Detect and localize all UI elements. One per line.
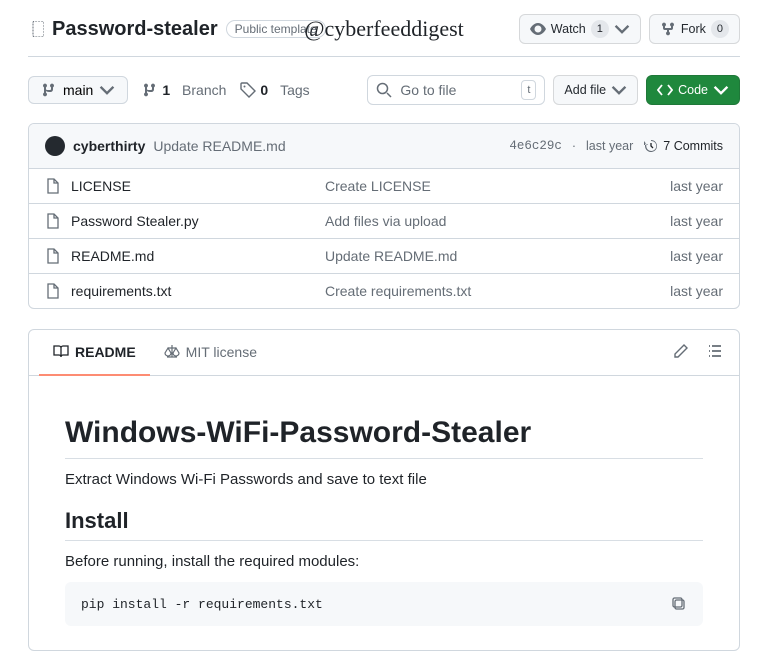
- add-file-button[interactable]: Add file: [553, 75, 638, 105]
- file-link[interactable]: LICENSE: [45, 178, 325, 194]
- outline-button[interactable]: [701, 337, 729, 368]
- branch-icon: [41, 82, 57, 98]
- branch-name: main: [63, 82, 93, 98]
- file-commit-msg[interactable]: Update README.md: [325, 248, 670, 264]
- readme-content: Windows-WiFi-Password-Stealer Extract Wi…: [29, 376, 739, 650]
- chevron-down-icon: [99, 82, 115, 98]
- repo-name[interactable]: Password-stealer: [52, 18, 218, 41]
- fork-count: 0: [711, 20, 729, 38]
- file-link[interactable]: requirements.txt: [45, 283, 325, 299]
- tag-icon: [240, 82, 256, 98]
- chevron-down-icon: [614, 21, 630, 37]
- header-actions: Watch 1 Fork 0: [519, 14, 740, 44]
- readme-description: Extract Windows Wi-Fi Passwords and save…: [65, 471, 703, 488]
- watch-button[interactable]: Watch 1: [519, 14, 641, 44]
- file-commit-msg[interactable]: Add files via upload: [325, 213, 670, 229]
- code-toolbar: main 1 Branch 0 Tags Go to file t Add fi…: [28, 57, 740, 123]
- fork-icon: [660, 21, 676, 37]
- readme-title: Windows-WiFi-Password-Stealer: [65, 416, 703, 459]
- readme-panel: README MIT license Windows-WiFi-Password…: [28, 329, 740, 651]
- install-heading: Install: [65, 508, 703, 541]
- file-link[interactable]: Password Stealer.py: [45, 213, 325, 229]
- table-row: LICENSE Create LICENSE last year: [29, 169, 739, 204]
- code-text: pip install -r requirements.txt: [81, 597, 323, 612]
- eye-icon: [530, 21, 546, 37]
- file-listing: cyberthirty Update README.md 4e6c29c · l…: [28, 123, 740, 309]
- search-icon: [376, 82, 392, 98]
- readme-tabs: README MIT license: [29, 330, 739, 376]
- file-age: last year: [670, 248, 723, 264]
- code-button[interactable]: Code: [646, 75, 740, 105]
- repo-template-icon: [28, 21, 44, 37]
- code-block: pip install -r requirements.txt: [65, 582, 703, 626]
- copy-icon[interactable]: [671, 596, 687, 612]
- commit-author[interactable]: cyberthirty: [73, 138, 145, 154]
- history-icon: [643, 138, 659, 154]
- watermark-text: @cyberfeeddigest: [304, 16, 464, 42]
- tab-license[interactable]: MIT license: [150, 330, 271, 376]
- file-icon: [45, 213, 61, 229]
- branch-select[interactable]: main: [28, 76, 128, 104]
- file-commit-msg[interactable]: Create LICENSE: [325, 178, 670, 194]
- file-age: last year: [670, 178, 723, 194]
- file-icon: [45, 178, 61, 194]
- commits-link[interactable]: 7 Commits: [643, 138, 723, 154]
- watch-label: Watch: [551, 19, 586, 39]
- repo-header: Password-stealer Public template @cyberf…: [28, 0, 740, 57]
- table-row: Password Stealer.py Add files via upload…: [29, 204, 739, 239]
- law-icon: [164, 344, 180, 360]
- repo-title-group: Password-stealer Public template: [28, 18, 326, 41]
- install-text: Before running, install the required mod…: [65, 553, 703, 570]
- file-age: last year: [670, 283, 723, 299]
- commit-age: last year: [586, 139, 633, 153]
- branches-link[interactable]: 1 Branch: [142, 82, 226, 98]
- tab-readme[interactable]: README: [39, 330, 150, 376]
- book-icon: [53, 344, 69, 360]
- chevron-down-icon: [611, 82, 627, 98]
- table-row: requirements.txt Create requirements.txt…: [29, 274, 739, 308]
- edit-button[interactable]: [667, 337, 695, 368]
- file-icon: [45, 283, 61, 299]
- file-icon: [45, 248, 61, 264]
- avatar[interactable]: [45, 136, 65, 156]
- table-row: README.md Update README.md last year: [29, 239, 739, 274]
- branch-icon: [142, 82, 158, 98]
- pencil-icon: [673, 343, 689, 359]
- file-link[interactable]: README.md: [45, 248, 325, 264]
- fork-label: Fork: [681, 19, 706, 39]
- file-commit-msg[interactable]: Create requirements.txt: [325, 283, 670, 299]
- chevron-down-icon: [713, 82, 729, 98]
- code-icon: [657, 82, 673, 98]
- latest-commit-bar: cyberthirty Update README.md 4e6c29c · l…: [29, 124, 739, 169]
- tags-link[interactable]: 0 Tags: [240, 82, 309, 98]
- commit-message[interactable]: Update README.md: [153, 138, 285, 154]
- commit-sha[interactable]: 4e6c29c: [509, 139, 562, 153]
- search-placeholder: Go to file: [400, 82, 513, 98]
- file-age: last year: [670, 213, 723, 229]
- search-shortcut: t: [521, 80, 536, 100]
- go-to-file-input[interactable]: Go to file t: [367, 75, 545, 105]
- fork-button[interactable]: Fork 0: [649, 14, 740, 44]
- watch-count: 1: [591, 20, 609, 38]
- list-icon: [707, 343, 723, 359]
